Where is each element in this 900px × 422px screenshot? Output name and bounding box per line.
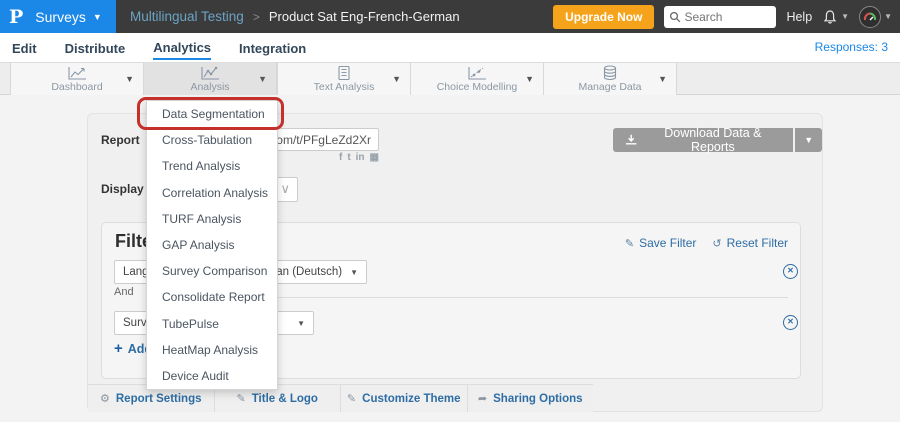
help-link[interactable]: Help bbox=[786, 10, 812, 24]
toolbar-item-text-analysis[interactable]: Text Analysis ▼ bbox=[277, 63, 411, 95]
analytics-toolbar: Dashboard ▼ Analysis ▼ Text Analysis ▼ bbox=[0, 62, 900, 95]
share-arrow-icon: ➦ bbox=[478, 392, 487, 405]
analysis-dropdown-menu: Data Segmentation Cross-Tabulation Trend… bbox=[146, 100, 278, 390]
breadcrumb-separator: > bbox=[253, 10, 260, 24]
search-input[interactable] bbox=[684, 6, 772, 28]
toolbar-item-analysis[interactable]: Analysis ▼ bbox=[143, 63, 277, 95]
tab-customize-theme[interactable]: ✎ Customize Theme bbox=[341, 385, 468, 412]
toolbar-item-label: Choice Modelling bbox=[411, 81, 543, 93]
social-share-row: f t in ▦ bbox=[324, 152, 379, 164]
section-nav: Edit Distribute Analytics Integration Re… bbox=[0, 33, 900, 62]
download-icon bbox=[625, 134, 637, 146]
account-menu[interactable]: ▼ bbox=[859, 6, 892, 28]
menu-item-turf-analysis[interactable]: TURF Analysis bbox=[147, 206, 277, 232]
notifications-menu[interactable]: ▼ bbox=[822, 9, 849, 25]
reset-filter-link[interactable]: ↺ Reset Filter bbox=[712, 236, 788, 250]
download-button-label: Download Data & Reports bbox=[644, 126, 781, 154]
product-menu-label: Surveys bbox=[35, 9, 86, 25]
surveys-product-menu[interactable]: P Surveys ▼ bbox=[0, 0, 116, 33]
upgrade-now-button[interactable]: Upgrade Now bbox=[553, 5, 654, 29]
chevron-down-icon[interactable]: ▼ bbox=[258, 74, 267, 84]
edit-icon: ✎ bbox=[625, 237, 634, 250]
topbar-actions: Upgrade Now Help ▼ bbox=[553, 0, 892, 33]
chevron-down-icon[interactable]: ▼ bbox=[525, 74, 534, 84]
document-chart-icon bbox=[332, 65, 356, 81]
nav-item-distribute[interactable]: Distribute bbox=[65, 36, 126, 59]
download-button-group: Download Data & Reports ▼ bbox=[613, 128, 822, 152]
menu-item-data-segmentation[interactable]: Data Segmentation bbox=[147, 101, 277, 127]
breadcrumb-current: Product Sat Eng-French-German bbox=[269, 9, 460, 24]
download-options-caret-button[interactable]: ▼ bbox=[795, 128, 822, 152]
tab-label: Title & Logo bbox=[252, 393, 318, 405]
report-label: Report bbox=[101, 133, 140, 147]
menu-item-consolidate-report[interactable]: Consolidate Report bbox=[147, 284, 277, 310]
nav-item-integration[interactable]: Integration bbox=[239, 36, 306, 59]
toolbar-item-label: Dashboard bbox=[11, 81, 143, 93]
menu-item-survey-comparison[interactable]: Survey Comparison bbox=[147, 258, 277, 284]
scatter-chart-icon bbox=[465, 65, 489, 81]
avatar bbox=[859, 6, 881, 28]
plus-icon: + bbox=[114, 340, 123, 357]
toolbar-item-label: Analysis bbox=[144, 81, 276, 93]
nav-item-analytics[interactable]: Analytics bbox=[153, 35, 211, 60]
facebook-icon[interactable]: f bbox=[339, 152, 342, 164]
responses-count[interactable]: Responses: 3 bbox=[815, 40, 888, 54]
remove-filter-1-button[interactable]: ✕ bbox=[783, 264, 798, 279]
undo-icon: ↺ bbox=[712, 237, 721, 250]
download-data-reports-button[interactable]: Download Data & Reports bbox=[613, 128, 793, 152]
tab-label: Sharing Options bbox=[493, 393, 582, 405]
linkedin-icon[interactable]: in bbox=[356, 152, 365, 164]
toolbar-item-label: Manage Data bbox=[544, 81, 676, 93]
menu-item-heatmap-analysis[interactable]: HeatMap Analysis bbox=[147, 337, 277, 363]
menu-item-device-audit[interactable]: Device Audit bbox=[147, 363, 277, 389]
tab-sharing-options[interactable]: ➦ Sharing Options bbox=[468, 385, 594, 412]
twitter-icon[interactable]: t bbox=[347, 152, 350, 164]
remove-filter-2-button[interactable]: ✕ bbox=[783, 315, 798, 330]
breadcrumb-parent-link[interactable]: Multilingual Testing bbox=[130, 9, 244, 24]
breadcrumb: Multilingual Testing > Product Sat Eng-F… bbox=[130, 0, 460, 33]
edit-icon: ✎ bbox=[347, 392, 356, 405]
edit-icon: ✎ bbox=[237, 392, 246, 405]
chevron-down-icon[interactable]: ▼ bbox=[392, 74, 401, 84]
toolbar-item-dashboard[interactable]: Dashboard ▼ bbox=[10, 63, 144, 95]
chevron-down-icon: ▼ bbox=[350, 268, 358, 277]
chevron-down-icon: ▼ bbox=[93, 12, 102, 22]
display-label: Display bbox=[101, 182, 144, 196]
search-icon bbox=[669, 11, 681, 23]
database-icon bbox=[598, 65, 622, 81]
chevron-down-icon: ▼ bbox=[297, 319, 305, 328]
chevron-down-icon[interactable]: ▼ bbox=[125, 74, 134, 84]
line-chart-icon bbox=[65, 65, 89, 81]
menu-item-tubepulse[interactable]: TubePulse bbox=[147, 311, 277, 337]
chevron-down-icon[interactable]: ▼ bbox=[658, 74, 667, 84]
tab-label: Customize Theme bbox=[362, 393, 460, 405]
menu-item-correlation-analysis[interactable]: Correlation Analysis bbox=[147, 180, 277, 206]
app-window: P Surveys ▼ Multilingual Testing > Produ… bbox=[0, 0, 900, 422]
reset-filter-label: Reset Filter bbox=[727, 236, 788, 250]
chevron-down-icon: ∨ bbox=[280, 181, 290, 197]
save-filter-label: Save Filter bbox=[639, 236, 696, 250]
qr-code-icon[interactable]: ▦ bbox=[370, 152, 379, 164]
toolbar-item-label: Text Analysis bbox=[278, 81, 410, 93]
analysis-chart-icon bbox=[198, 65, 222, 81]
toolbar-item-choice-modelling[interactable]: Choice Modelling ▼ bbox=[410, 63, 544, 95]
menu-item-gap-analysis[interactable]: GAP Analysis bbox=[147, 232, 277, 258]
top-navbar: P Surveys ▼ Multilingual Testing > Produ… bbox=[0, 0, 900, 33]
tab-label: Report Settings bbox=[116, 393, 202, 405]
search-box[interactable] bbox=[664, 6, 776, 28]
chevron-down-icon: ▼ bbox=[884, 12, 892, 21]
save-filter-link[interactable]: ✎ Save Filter bbox=[625, 236, 697, 250]
gears-icon: ⚙ bbox=[100, 392, 110, 405]
menu-item-trend-analysis[interactable]: Trend Analysis bbox=[147, 153, 277, 179]
menu-item-cross-tabulation[interactable]: Cross-Tabulation bbox=[147, 127, 277, 153]
toolbar-item-manage-data[interactable]: Manage Data ▼ bbox=[543, 63, 677, 95]
nav-item-edit[interactable]: Edit bbox=[12, 36, 37, 59]
filter-conjunction-label: And bbox=[114, 286, 134, 298]
chevron-down-icon: ▼ bbox=[841, 12, 849, 21]
questionpro-logo-icon: P bbox=[9, 6, 23, 28]
gauge-icon bbox=[862, 9, 878, 25]
bell-icon bbox=[822, 9, 838, 25]
